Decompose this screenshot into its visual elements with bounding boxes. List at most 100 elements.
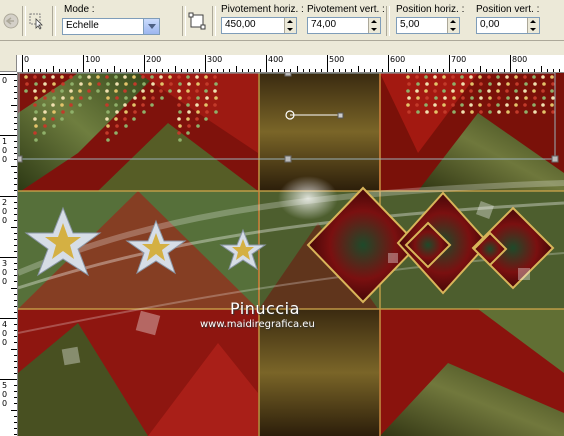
- ruler-label: 0: [2, 155, 8, 164]
- pivot-v-input[interactable]: 74,00: [307, 17, 381, 34]
- ruler-tick: [491, 69, 493, 72]
- ruler-tick: [333, 69, 335, 72]
- bead: [424, 75, 428, 79]
- ruler-label: 500: [329, 55, 345, 64]
- bead: [214, 96, 218, 100]
- bead: [150, 89, 154, 93]
- ruler-label: 0: [2, 207, 8, 216]
- bead: [124, 96, 128, 100]
- pos-v-input[interactable]: 0,00: [476, 17, 540, 34]
- bead: [43, 96, 47, 100]
- bead: [542, 82, 546, 86]
- ruler-label: 0: [2, 329, 8, 338]
- bead: [551, 110, 555, 114]
- ruler-tick: [11, 226, 17, 228]
- ruler-tick: [14, 244, 17, 246]
- bead: [214, 82, 218, 86]
- bead: [204, 117, 208, 121]
- ruler-tick: [503, 69, 505, 72]
- ruler-tick: [14, 238, 17, 240]
- vertical-ruler[interactable]: 0100200300400500: [0, 72, 18, 436]
- bead: [425, 110, 429, 114]
- pivot-h-spinner[interactable]: [284, 18, 296, 33]
- bead: [60, 117, 64, 121]
- bead: [151, 82, 155, 86]
- pivot-h-input[interactable]: 450,00: [221, 17, 297, 34]
- ruler-tick: [430, 69, 432, 72]
- bead: [533, 82, 537, 86]
- ruler-tick: [449, 55, 450, 72]
- bead: [515, 96, 519, 100]
- bead: [60, 103, 64, 107]
- ruler-tick: [363, 69, 365, 72]
- bead: [105, 75, 109, 79]
- pos-v-spinner[interactable]: [527, 18, 539, 33]
- pivot-v-spinner[interactable]: [368, 18, 380, 33]
- bead: [542, 110, 546, 114]
- bead: [443, 110, 447, 114]
- undo-icon[interactable]: [2, 12, 20, 30]
- ruler-tick: [125, 69, 127, 72]
- ruler-tick: [320, 69, 322, 72]
- bead: [142, 96, 146, 100]
- bead: [88, 82, 92, 86]
- horizontal-ruler[interactable]: 0 100 200 300 400 500 600 700 800: [17, 55, 564, 73]
- bead: [451, 103, 455, 107]
- ruler-tick: [14, 360, 17, 362]
- bead: [204, 103, 208, 107]
- pos-h-spinner[interactable]: [447, 18, 459, 33]
- bead: [60, 89, 64, 93]
- bead: [497, 82, 501, 86]
- pos-h-input[interactable]: 5,00: [396, 17, 460, 34]
- ruler-tick: [168, 69, 170, 72]
- bead: [488, 110, 492, 114]
- bead: [452, 82, 456, 86]
- watermark-url: www.maidiregrafica.eu: [200, 319, 315, 330]
- bead: [515, 82, 519, 86]
- bead: [406, 75, 410, 79]
- ruler-tick: [14, 366, 17, 368]
- ruler-tick: [14, 397, 17, 399]
- ruler-tick: [241, 69, 243, 72]
- ruler-tick: [14, 250, 17, 252]
- bead: [196, 110, 200, 114]
- ruler-label: 0: [2, 399, 8, 408]
- bead: [506, 82, 510, 86]
- bead: [505, 103, 509, 107]
- bead: [532, 89, 536, 93]
- image-canvas[interactable]: Pinuccia www.maidiregrafica.eu: [18, 73, 564, 436]
- bead: [442, 89, 446, 93]
- ruler-tick: [327, 55, 328, 72]
- pos-h-value: 5,00: [400, 19, 420, 30]
- bead: [43, 110, 47, 114]
- bead: [407, 96, 411, 100]
- ruler-tick: [0, 74, 17, 75]
- ruler-tick: [247, 69, 249, 72]
- ruler-tick: [455, 69, 457, 72]
- bead: [506, 110, 510, 114]
- bead: [434, 110, 438, 114]
- ruler-tick: [0, 257, 17, 258]
- bead: [106, 110, 110, 114]
- bead: [505, 89, 509, 93]
- ruler-tick: [113, 66, 115, 72]
- bead: [204, 75, 208, 79]
- bead: [479, 110, 483, 114]
- ruler-tick: [11, 348, 17, 350]
- bead: [461, 110, 465, 114]
- pick-tool-icon[interactable]: [28, 12, 46, 30]
- ruler-label: 600: [390, 55, 406, 64]
- bead: [123, 117, 127, 121]
- transform-icon[interactable]: [188, 12, 206, 30]
- ruler-tick: [558, 69, 560, 72]
- ruler-tick: [14, 110, 17, 112]
- mode-dropdown[interactable]: Echelle: [62, 18, 160, 35]
- bead: [452, 96, 456, 100]
- chevron-down-icon[interactable]: [143, 19, 159, 34]
- bead: [123, 103, 127, 107]
- bead: [87, 75, 91, 79]
- bead: [114, 117, 118, 121]
- ruler-label: 4: [2, 320, 8, 329]
- bead: [186, 75, 190, 79]
- bead: [132, 103, 136, 107]
